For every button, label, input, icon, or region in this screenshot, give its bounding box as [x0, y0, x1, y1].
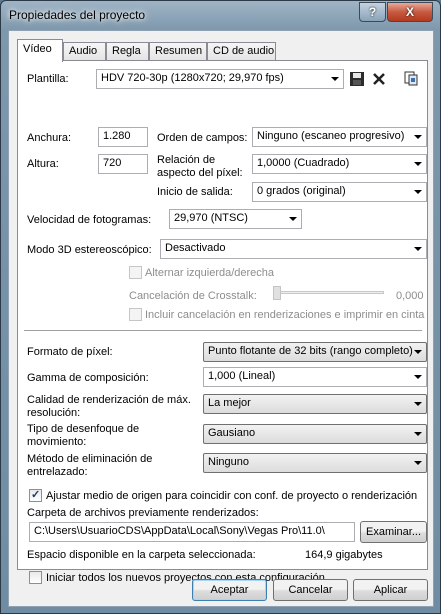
render-quality-label-line2: resolución: [27, 407, 81, 419]
swap-left-right-label: Alternar izquierda/derecha [145, 267, 275, 279]
pixel-ratio-label-line2: aspecto del píxel: [157, 167, 243, 179]
adjust-source-media-label: Ajustar medio de origen para coincidir c… [46, 490, 418, 502]
tab-ruler[interactable]: Regla [106, 42, 149, 61]
height-input[interactable]: 720 [98, 154, 148, 174]
deinterlace-label-line1: Método de eliminación de [27, 453, 153, 465]
width-input[interactable]: 1.280 [98, 127, 148, 147]
save-template-icon[interactable] [349, 71, 365, 87]
cancel-button[interactable]: Cancelar [273, 579, 348, 601]
dialog-client: Vídeo Audio Regla Resumen CD de audio Pl… [8, 30, 434, 607]
include-crosstalk-label: Incluir cancelación en renderizaciones e… [145, 309, 425, 321]
motion-blur-label-line2: movimiento: [27, 436, 87, 448]
tab-audio[interactable]: Audio [63, 42, 106, 61]
window-title: Propiedades del proyecto [9, 8, 146, 22]
start-all-projects-checkbox[interactable] [29, 571, 42, 584]
free-space-label: Espacio disponible en la carpeta selecci… [27, 549, 256, 561]
project-properties-window: Propiedades del proyecto ? X Vídeo Audio… [0, 0, 441, 614]
width-label: Anchura: [27, 132, 72, 144]
match-media-settings-icon[interactable] [403, 70, 419, 86]
motion-blur-label-line1: Tipo de desenfoque de [27, 423, 140, 435]
tab-video[interactable]: Vídeo [17, 39, 63, 62]
output-start-select[interactable]: 0 grados (original) [252, 182, 427, 202]
prerender-folder-label: Carpeta de archivos previamente renderiz… [27, 507, 259, 519]
stereo-3d-label: Modo 3D estereoscópico: [27, 244, 152, 256]
output-start-label: Inicio de salida: [157, 186, 233, 198]
pixel-format-select[interactable]: Punto flotante de 32 bits (rango complet… [203, 342, 427, 362]
template-label: Plantilla: [27, 73, 69, 85]
include-crosstalk-checkbox[interactable] [129, 308, 142, 321]
field-order-label: Orden de campos: [157, 132, 248, 144]
tab-audio-cd[interactable]: CD de audio [207, 42, 276, 61]
pixel-ratio-select[interactable]: 1,0000 (Cuadrado) [252, 154, 427, 174]
render-quality-select[interactable]: La mejor [203, 394, 427, 414]
tab-summary[interactable]: Resumen [149, 42, 207, 61]
prerender-folder-input[interactable]: C:\Users\UsuarioCDS\AppData\Local\Sony\V… [29, 522, 355, 542]
crosstalk-slider-track[interactable] [276, 291, 384, 294]
delete-template-icon[interactable] [371, 71, 387, 87]
crosstalk-slider-thumb[interactable] [273, 286, 281, 300]
height-label: Altura: [27, 158, 59, 170]
adjust-source-media-checkbox[interactable] [29, 488, 42, 502]
motion-blur-select[interactable]: Gausiano [203, 424, 427, 444]
close-button[interactable]: X [387, 2, 433, 22]
crosstalk-label: Cancelación de Crosstalk: [129, 290, 257, 302]
apply-button[interactable]: Aplicar [353, 579, 428, 601]
field-order-select[interactable]: Ninguno (escaneo progresivo) [252, 127, 427, 147]
ok-button[interactable]: Aceptar [192, 579, 267, 601]
compositing-gamma-label: Gamma de composición: [27, 372, 149, 384]
template-select[interactable]: HDV 720-30p (1280x720; 29,970 fps) [96, 69, 344, 89]
crosstalk-value: 0,000 [396, 290, 424, 302]
browse-button[interactable]: Examinar... [360, 521, 427, 543]
deinterlace-select[interactable]: Ninguno [203, 453, 427, 473]
frame-rate-label: Velocidad de fotogramas: [27, 214, 152, 226]
frame-rate-select[interactable]: 29,970 (NTSC) [169, 209, 302, 229]
swap-left-right-checkbox[interactable] [129, 266, 142, 279]
help-button[interactable]: ? [359, 2, 386, 22]
title-bar[interactable]: Propiedades del proyecto ? X [1, 1, 440, 29]
stereo-3d-select[interactable]: Desactivado [160, 239, 427, 259]
deinterlace-label-line2: entrelazado: [27, 466, 88, 478]
free-space-value: 164,9 gigabytes [305, 549, 383, 561]
pixel-ratio-label-line1: Relación de [157, 154, 216, 166]
compositing-gamma-select[interactable]: 1,000 (Lineal) [203, 367, 427, 387]
video-tab-panel: Plantilla: HDV 720-30p (1280x720; 29,970… [17, 60, 428, 584]
render-quality-label-line1: Calidad de renderización de máx. [27, 394, 191, 406]
section-divider [24, 330, 422, 332]
pixel-format-label: Formato de píxel: [27, 346, 113, 358]
